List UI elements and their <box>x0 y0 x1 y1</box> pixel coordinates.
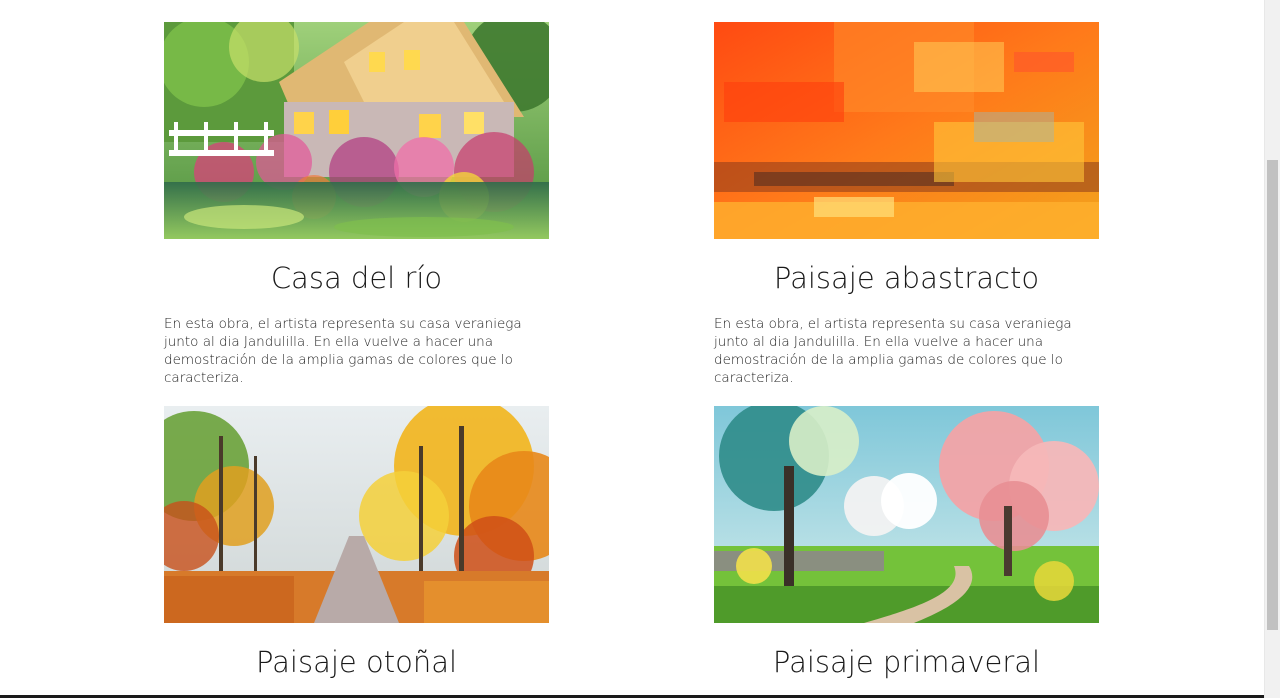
card-title: Casa del río <box>270 261 443 295</box>
card-description: En esta obra, el artista representa su c… <box>164 316 522 386</box>
painting-image-spring[interactable] <box>714 406 1099 623</box>
vertical-scrollbar[interactable] <box>1264 0 1280 698</box>
page: Casa del río En esta obra, el artista re… <box>0 0 1280 698</box>
card-title: Paisaje otoñal <box>255 645 458 679</box>
painting-image-abstract[interactable] <box>714 22 1099 239</box>
scrollbar-thumb[interactable] <box>1267 160 1278 630</box>
painting-image-autumn[interactable] <box>164 406 549 623</box>
gallery: Casa del río En esta obra, el artista re… <box>0 0 1264 698</box>
card-description: En esta obra, el artista representa su c… <box>714 316 1072 386</box>
card-title: Paisaje primaveral <box>772 645 1041 679</box>
painting-image-cottage[interactable] <box>164 22 549 239</box>
card-title: Paisaje abastracto <box>773 261 1040 295</box>
